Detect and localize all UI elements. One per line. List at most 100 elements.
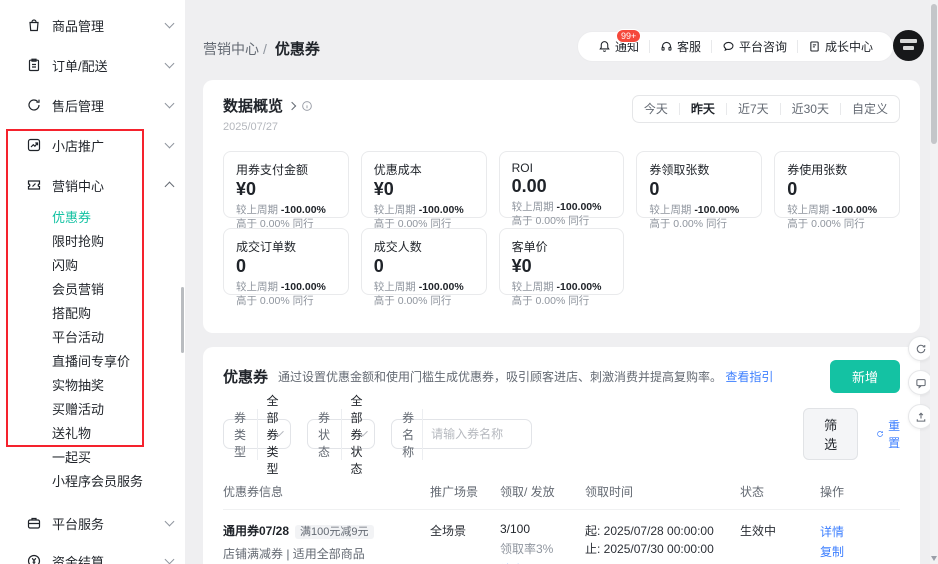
data-overview-card: 数据概览 2025/07/27 今天 昨天 近7天 近30天 自定义: [203, 80, 920, 333]
overview-title: 数据概览: [223, 95, 283, 116]
sidebar-item-marketing[interactable]: 营销中心: [0, 168, 185, 202]
coupon-name-input[interactable]: [423, 427, 523, 441]
coupon-section-description: 通过设置优惠金额和使用门槛生成优惠券，吸引顾客进店、刺激消费并提高复购率。 查看…: [278, 368, 773, 385]
sidebar-subitem-member-marketing[interactable]: 会员营销: [0, 278, 185, 302]
notification-badge: 99+: [616, 29, 641, 43]
stat-card-roi: ROI 0.00 较上周期 -100.00% 高于 0.00% 同行: [499, 151, 625, 218]
customer-service-label: 客服: [677, 38, 701, 55]
range-yesterday[interactable]: 昨天: [680, 96, 726, 122]
app-window: 商品管理 订单/配送 售后管理 小店推广 营销中心 优惠券 限时抢购 闪购: [0, 0, 938, 564]
sidebar-subitem-group-buy[interactable]: 一起买: [0, 446, 185, 470]
sidebar-item-orders[interactable]: 订单/配送: [0, 50, 185, 80]
sidebar-item-platform-service[interactable]: 平台服务: [0, 508, 185, 538]
sidebar-subitem-buy-gift[interactable]: 买赠活动: [0, 398, 185, 422]
coupon-list-card: 优惠券 通过设置优惠金额和使用门槛生成优惠券，吸引顾客进店、刺激消费并提高复购率…: [203, 347, 920, 564]
breadcrumb-separator: /: [263, 41, 267, 57]
detail-link[interactable]: 详情: [820, 522, 900, 542]
sidebar-subitem-platform-activity[interactable]: 平台活动: [0, 326, 185, 350]
briefcase-icon: [26, 515, 42, 531]
reset-button[interactable]: 重置: [876, 417, 904, 451]
claim-time-start: 起: 2025/07/28 00:00:00: [585, 522, 740, 540]
filter-button[interactable]: 筛选: [803, 408, 858, 460]
stat-card-discount-cost: 优惠成本 ¥0 较上周期 -100.00% 高于 0.00% 同行: [361, 151, 487, 218]
sidebar-subitem-bundle-buy[interactable]: 搭配购: [0, 302, 185, 326]
promo-scene: 全场景: [430, 510, 500, 551]
platform-consult-button[interactable]: 平台咨询: [716, 38, 793, 55]
stat-card-avg-order-value: 客单价 ¥0 较上周期 -100.00% 高于 0.00% 同行: [499, 228, 625, 295]
message-icon: [915, 377, 927, 389]
refresh-circle-icon: [26, 97, 42, 113]
range-today[interactable]: 今天: [633, 96, 679, 122]
growth-center-button[interactable]: 成长中心: [802, 38, 879, 55]
sidebar-item-finance[interactable]: 资金结算: [0, 546, 185, 564]
sidebar-item-label: 订单/配送: [52, 56, 166, 75]
reset-icon: [876, 428, 884, 440]
coin-icon: [26, 553, 42, 564]
sidebar-subitem-livestream-price[interactable]: 直播间专享价: [0, 350, 185, 374]
chevron-right-icon[interactable]: [288, 101, 296, 109]
avatar[interactable]: [893, 30, 924, 61]
sidebar-subitem-flash-sale[interactable]: 限时抢购: [0, 230, 185, 254]
chat-bubble-icon: [722, 40, 735, 53]
marketing-submenu: 优惠券 限时抢购 闪购 会员营销 搭配购 平台活动 直播间专享价 实物抽奖 买赠…: [0, 202, 185, 500]
sidebar: 商品管理 订单/配送 售后管理 小店推广 营销中心 优惠券 限时抢购 闪购: [0, 0, 185, 564]
quick-actions-bar: 通知 99+ 客服 平台咨询 成长中心: [577, 31, 894, 62]
growth-center-label: 成长中心: [825, 38, 873, 55]
coupon-type-line: 店铺满减券 | 适用全部商品: [223, 545, 430, 562]
coupon-section-title: 优惠券: [223, 366, 268, 387]
chevron-down-icon: [165, 555, 175, 564]
sidebar-item-aftersale[interactable]: 售后管理: [0, 90, 185, 120]
breadcrumb: 营销中心/优惠券: [203, 38, 320, 59]
sidebar-subitem-send-gift[interactable]: 送礼物: [0, 422, 185, 446]
coupon-rule-tag: 满100元减9元: [295, 525, 373, 539]
sidebar-item-promotion[interactable]: 小店推广: [0, 130, 185, 160]
range-7days[interactable]: 近7天: [727, 96, 780, 122]
divider: [797, 40, 798, 53]
stat-card-orders: 成交订单数 0 较上周期 -100.00% 高于 0.00% 同行: [223, 228, 349, 295]
chevron-up-icon: [165, 182, 175, 192]
range-custom[interactable]: 自定义: [841, 96, 899, 122]
add-coupon-button[interactable]: 新增: [830, 360, 900, 393]
sidebar-subitem-flash-buy[interactable]: 闪购: [0, 254, 185, 278]
divider: [711, 40, 712, 53]
page-scrollbar: [930, 0, 938, 564]
copy-link[interactable]: 复制: [820, 542, 900, 562]
upload-icon: [915, 411, 927, 423]
sidebar-scrollbar-thumb[interactable]: [181, 287, 184, 353]
bag-icon: [26, 17, 42, 33]
notifications-button[interactable]: 通知 99+: [592, 38, 645, 55]
headset-icon: [660, 40, 673, 53]
coupon-name-field[interactable]: 券名称: [391, 419, 532, 449]
bell-icon: [598, 40, 611, 53]
view-guide-link[interactable]: 查看指引: [725, 370, 773, 384]
coupon-type-select[interactable]: 券类型 全部券类型: [223, 419, 291, 449]
stat-card-buyers: 成交人数 0 较上周期 -100.00% 高于 0.00% 同行: [361, 228, 487, 295]
main-content: 营销中心/优惠券 通知 99+ 客服 平台咨询 成长中心: [185, 0, 938, 564]
sidebar-subitem-coupon[interactable]: 优惠券: [0, 206, 185, 230]
trend-chart-icon: [26, 137, 42, 153]
sidebar-item-label: 营销中心: [52, 176, 166, 195]
sidebar-item-label: 平台服务: [52, 514, 166, 533]
sidebar-subitem-physical-lottery[interactable]: 实物抽奖: [0, 374, 185, 398]
breadcrumb-parent[interactable]: 营销中心: [203, 41, 259, 57]
stat-tiles: 用券支付金额 ¥0 较上周期 -100.00% 高于 0.00% 同行 优惠成本…: [223, 151, 900, 295]
claim-rate: 领取率3%: [500, 540, 585, 557]
document-icon: [808, 40, 821, 53]
scrollbar-down-arrow[interactable]: [931, 556, 937, 561]
sidebar-item-label: 售后管理: [52, 96, 166, 115]
scrollbar-thumb[interactable]: [931, 4, 937, 144]
stat-card-coupons-used: 券使用张数 0 较上周期 -100.00% 高于 0.00% 同行: [774, 151, 900, 218]
info-icon[interactable]: [301, 100, 313, 112]
customer-service-button[interactable]: 客服: [654, 38, 707, 55]
coupon-status-select[interactable]: 券状态 全部券状态: [307, 419, 375, 449]
chevron-down-icon: [165, 517, 175, 527]
stat-card-coupons-claimed: 券领取张数 0 较上周期 -100.00% 高于 0.00% 同行: [636, 151, 762, 218]
coupon-table: 优惠券信息 推广场景 领取/ 发放 领取时间 状态 操作 通用券07/28满10…: [223, 474, 900, 564]
divider: [649, 40, 650, 53]
claimed-count: 3/100: [500, 522, 585, 536]
coupon-name: 通用券07/28: [223, 524, 289, 538]
sidebar-item-products[interactable]: 商品管理: [0, 10, 185, 40]
refresh-icon: [915, 343, 927, 355]
sidebar-subitem-miniapp-member[interactable]: 小程序会员服务: [0, 470, 185, 494]
range-30days[interactable]: 近30天: [781, 96, 840, 122]
